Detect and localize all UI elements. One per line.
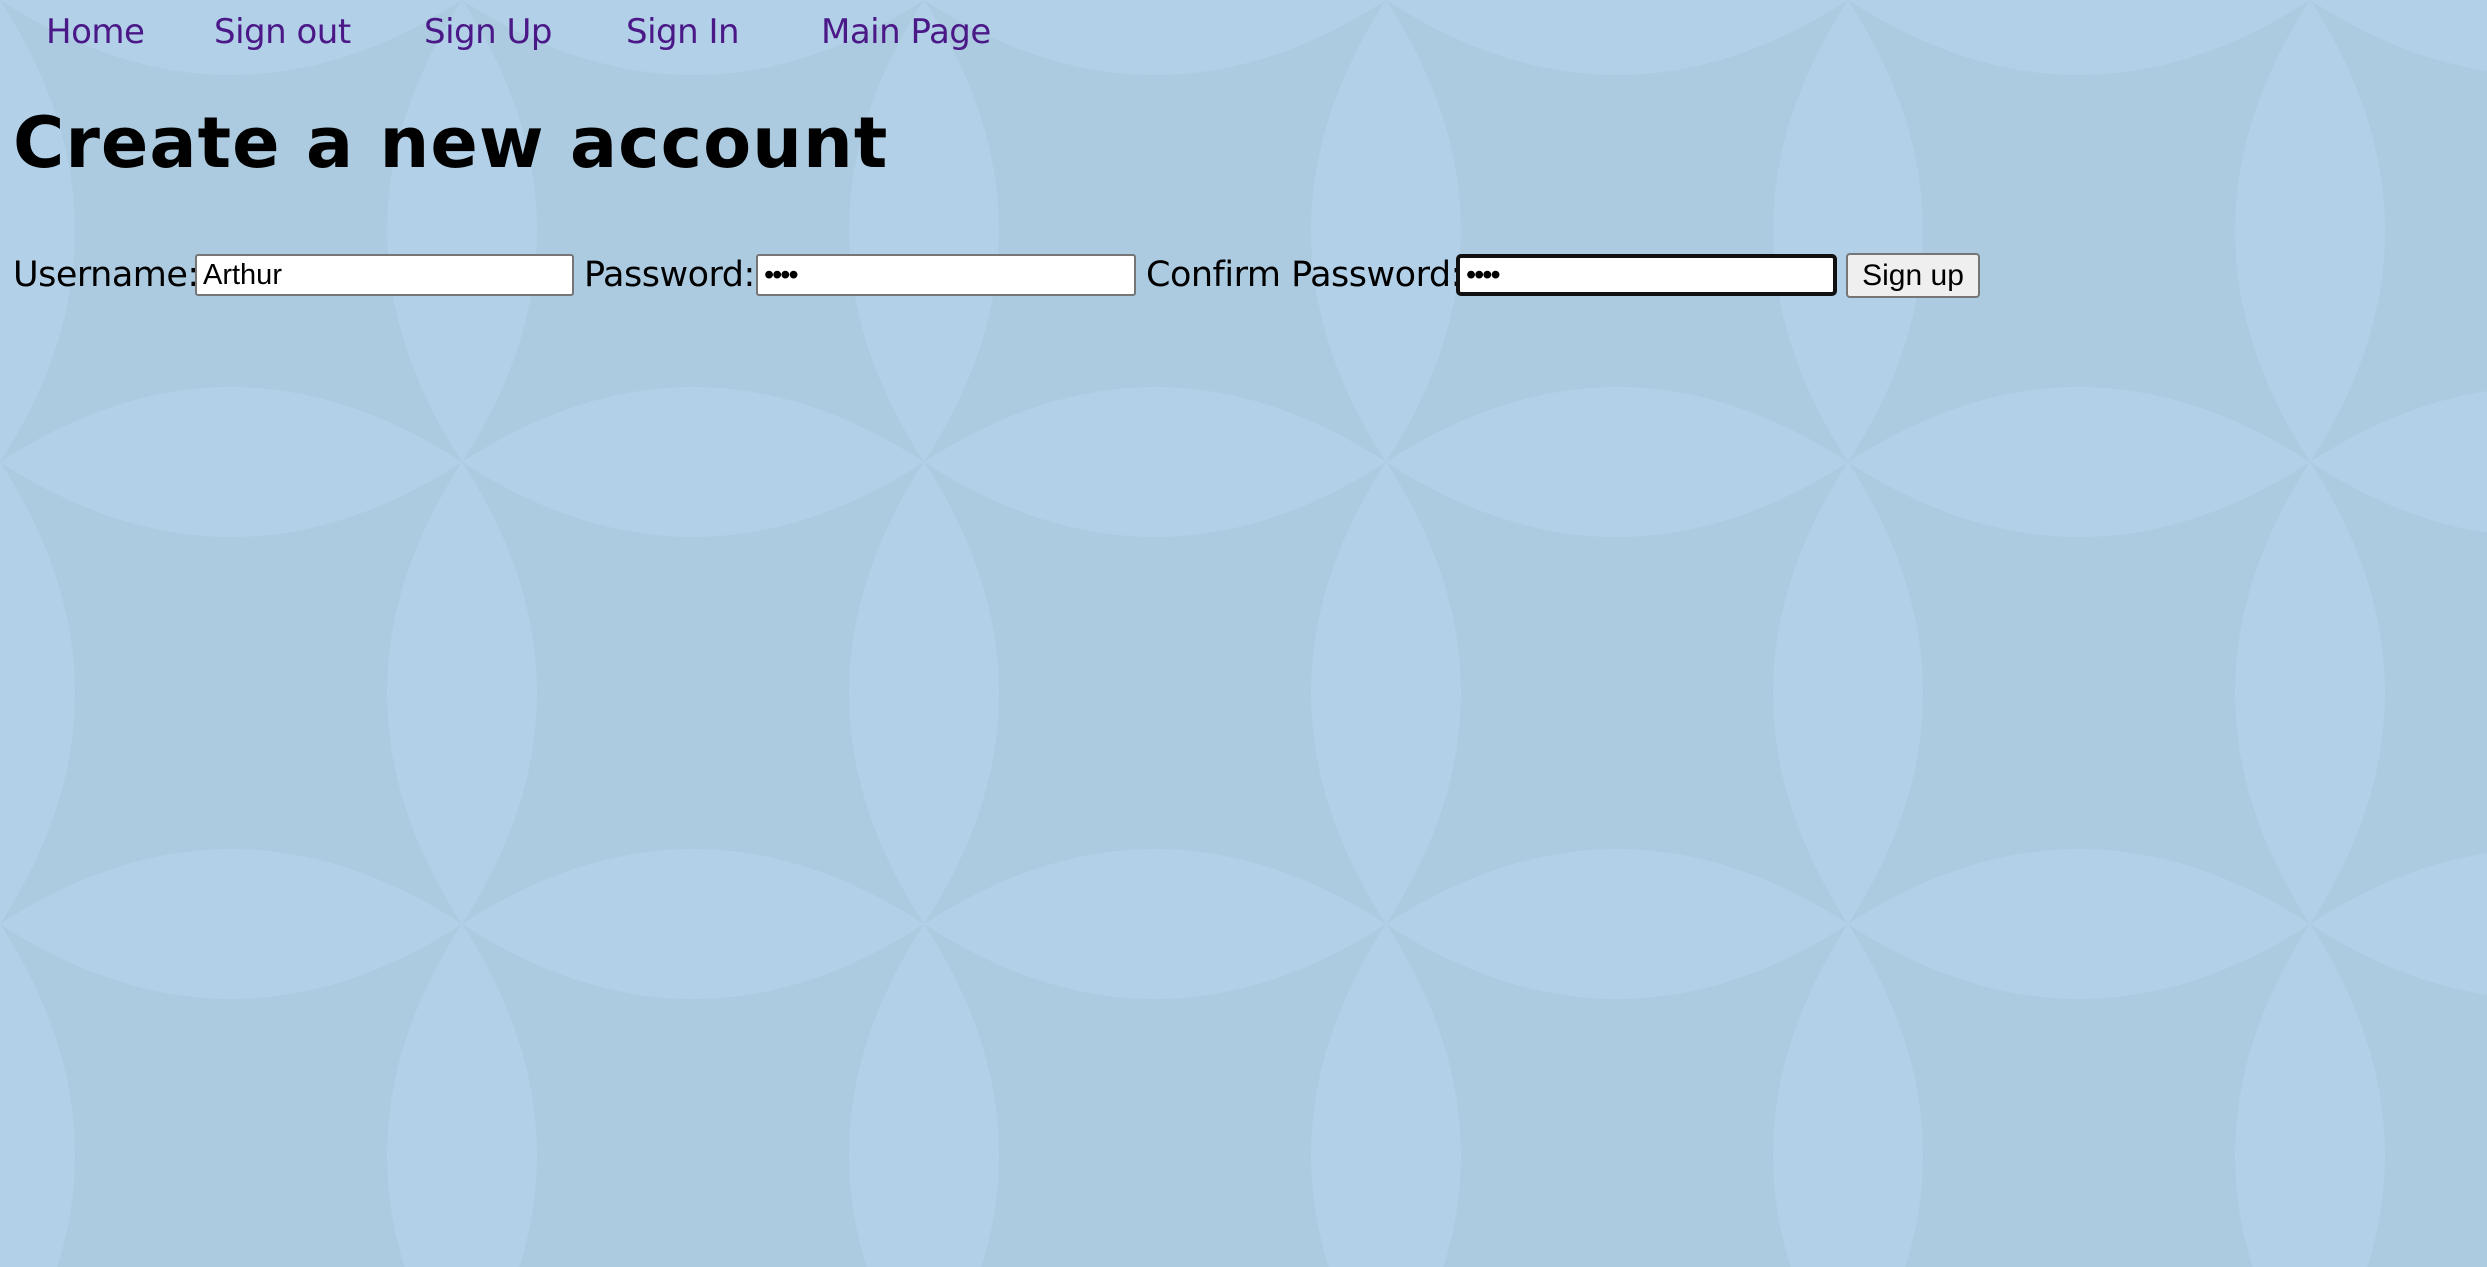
nav-link-sign-up[interactable]: Sign Up (424, 12, 552, 52)
sign-up-button[interactable]: Sign up (1846, 253, 1980, 298)
confirm-password-input[interactable] (1456, 254, 1837, 296)
password-input[interactable] (756, 254, 1136, 296)
page-title: Create a new account (13, 102, 889, 184)
background-pattern (0, 0, 2487, 1267)
nav-link-home[interactable]: Home (46, 12, 145, 52)
nav-link-sign-in[interactable]: Sign In (626, 12, 740, 52)
nav-link-main-page[interactable]: Main Page (821, 12, 991, 52)
signup-form: Username: Password: Confirm Password: Si… (0, 252, 2100, 298)
confirm-password-label: Confirm Password: (1146, 255, 1462, 295)
password-label: Password: (584, 255, 755, 295)
username-label: Username: (13, 255, 199, 295)
nav-link-sign-out[interactable]: Sign out (214, 12, 351, 52)
username-input[interactable] (195, 254, 574, 296)
